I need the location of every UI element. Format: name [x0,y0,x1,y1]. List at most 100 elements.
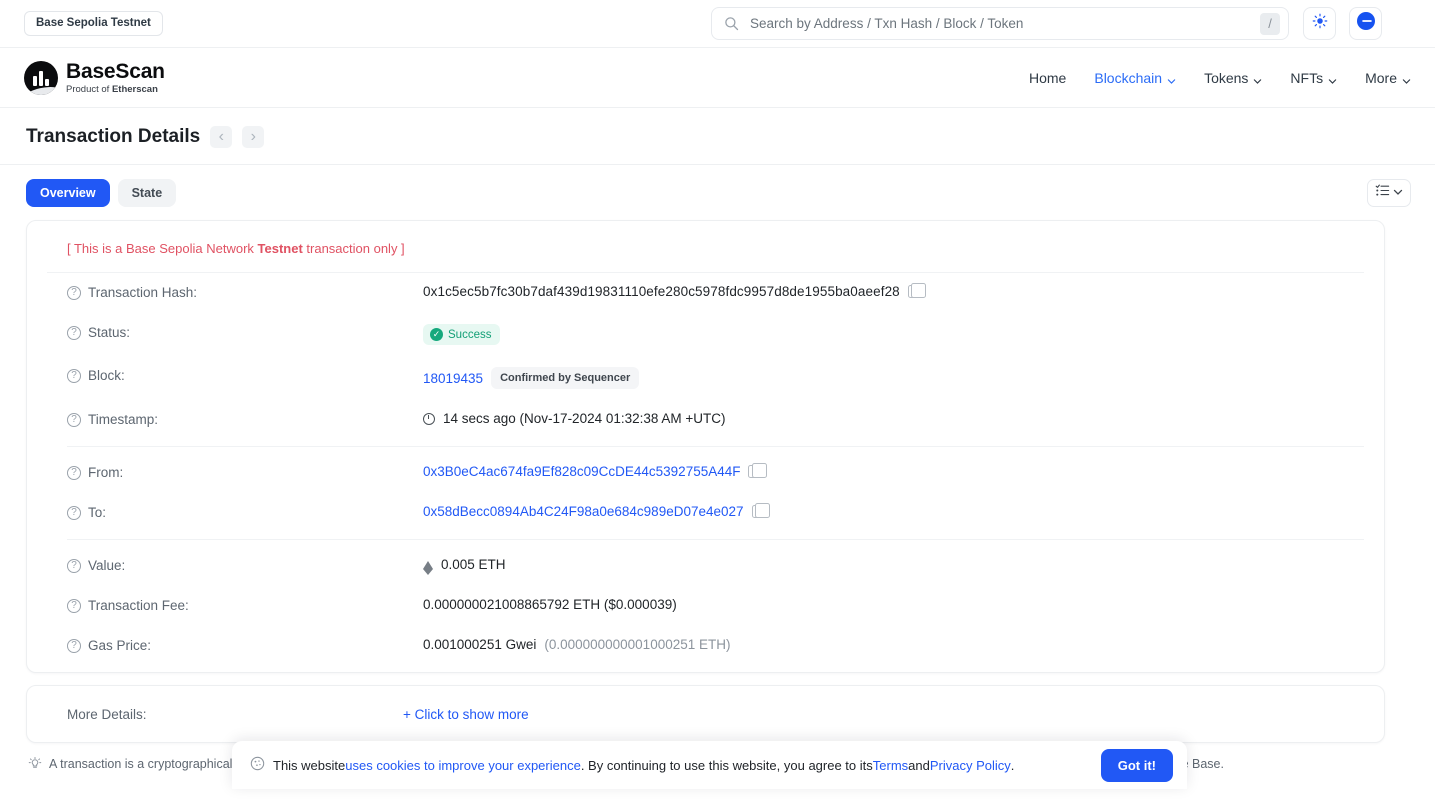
search-bar[interactable]: / [711,7,1289,40]
brand-title: BaseScan [66,59,165,83]
row-status: ? Status: ✓ Success [47,313,1364,356]
help-icon[interactable]: ? [67,505,81,520]
clock-icon [423,412,435,425]
lightbulb-icon [28,757,42,771]
row-from: ? From: 0x3B0eC4ac674fa9Ef828c09CcDE44c5… [47,453,1364,493]
brand-logo[interactable]: BaseScan Product of Etherscan [24,59,165,95]
gas-price-eth-value: (0.000000000001000251 ETH) [544,637,731,652]
tab-state[interactable]: State [117,179,177,207]
help-icon[interactable]: ? [67,285,81,300]
more-details-card: More Details: + Click to show more [26,685,1385,743]
testnet-notice-strong: Testnet [257,241,303,256]
row-label-text: Timestamp: [88,412,159,427]
help-icon[interactable]: ? [67,598,81,613]
help-icon[interactable]: ? [67,558,81,573]
status-badge-label: Success [448,328,492,341]
search-icon [724,16,739,31]
chevron-down-icon [1328,73,1337,84]
tab-overview[interactable]: Overview [26,179,110,207]
row-label: ? Block: [67,367,423,383]
row-transaction-fee: ? Transaction Fee: 0.000000021008865792 … [47,586,1364,626]
to-address-link[interactable]: 0x58dBecc0894Ab4C24F98a0e684c989eD07e4e0… [423,504,744,519]
nav-item-home[interactable]: Home [1029,70,1066,86]
nav-item-blockchain[interactable]: Blockchain [1094,70,1176,86]
show-more-button[interactable]: + Click to show more [403,707,529,722]
brand-subtitle: Product of Etherscan [66,85,165,95]
transaction-fee-value: 0.000000021008865792 ETH ($0.000039) [423,597,677,612]
nav-item-tokens[interactable]: Tokens [1204,70,1262,86]
network-selector-pill[interactable]: Base Sepolia Testnet [24,10,163,37]
main-navigation-bar: BaseScan Product of Etherscan Home Block… [0,48,1435,108]
row-transaction-hash: ? Transaction Hash: 0x1c5ec5b7fc30b7daf4… [47,273,1364,313]
help-icon[interactable]: ? [67,638,81,653]
row-value-amount: ? Value: 0.005 ETH [47,546,1364,586]
row-value: ✓ Success [423,324,1364,345]
theme-toggle-button[interactable] [1303,7,1336,40]
tab-bar: Overview State [0,165,1435,207]
row-label: ? Gas Price: [67,637,423,653]
chain-switch-button[interactable] [1349,7,1382,40]
ethereum-icon [423,560,433,575]
terms-link[interactable]: Terms [873,758,908,773]
testnet-notice-pre: [ This is a Base Sepolia Network [67,241,258,256]
row-value: 0x58dBecc0894Ab4C24F98a0e684c989eD07e4e0… [423,503,1364,519]
row-block: ? Block: 18019435 Confirmed by Sequencer [47,356,1364,400]
row-label: ? Timestamp: [67,411,423,427]
help-icon[interactable]: ? [67,412,81,427]
nav-item-more[interactable]: More [1365,70,1411,86]
nav-item-nfts[interactable]: NFTs [1290,70,1337,86]
copy-icon[interactable] [751,503,771,518]
transaction-hash-value: 0x1c5ec5b7fc30b7daf439d19831110efe280c59… [423,284,900,299]
basescan-logo-icon [24,60,58,95]
nav-item-label: More [1365,69,1397,86]
cookie-consent-banner: This website uses cookies to improve you… [232,741,1187,789]
page-title: Transaction Details [26,126,201,147]
help-icon[interactable]: ? [67,325,81,340]
cookie-icon [250,756,265,774]
testnet-notice: [ This is a Base Sepolia Network Testnet… [47,239,1364,273]
row-label-text: Transaction Fee: [88,598,189,613]
cookie-policy-link[interactable]: uses cookies to improve your experience [345,758,581,773]
copy-icon[interactable] [907,283,927,298]
row-label-text: Value: [88,558,126,573]
nav-item-label: Home [1029,69,1067,86]
brand-subtitle-strong: Etherscan [111,83,158,95]
base-chain-icon [1356,11,1376,36]
cookie-text-3: and [908,757,930,773]
help-icon[interactable]: ? [67,465,81,480]
row-value: 14 secs ago (Nov-17-2024 01:32:38 AM +UT… [423,411,1364,426]
row-label: ? To: [67,504,423,520]
more-details-label: More Details: [67,706,147,722]
row-gas-price: ? Gas Price: 0.001000251 Gwei (0.0000000… [47,626,1364,666]
search-input[interactable] [748,15,1260,32]
nav-links: Home Blockchain Tokens NFTs More [1029,70,1411,86]
page-header: Transaction Details ‹ › [0,108,1435,165]
row-timestamp: ? Timestamp: 14 secs ago (Nov-17-2024 01… [47,400,1364,440]
help-icon[interactable]: ? [67,368,81,383]
cookie-accept-button[interactable]: Got it! [1100,748,1173,782]
from-address-link[interactable]: 0x3B0eC4ac674fa9Ef828c09CcDE44c5392755A4… [423,464,740,479]
row-value: 0x1c5ec5b7fc30b7daf439d19831110efe280c59… [423,283,1364,299]
row-label: ? Transaction Hash: [67,284,423,300]
copy-icon[interactable] [748,463,767,478]
privacy-policy-link[interactable]: Privacy Policy [930,758,1011,773]
row-value: 0x3B0eC4ac674fa9Ef828c09CcDE44c5392755A4… [423,463,1364,479]
row-value: 0.000000021008865792 ETH ($0.000039) [423,597,1364,612]
cookie-text-4: . [1010,757,1015,773]
value-amount: 0.005 ETH [441,557,506,572]
previous-transaction-button[interactable]: ‹ [210,126,233,148]
row-value: 0.005 ETH [423,557,1364,575]
brand-subtitle-prefix: Product of [66,83,112,95]
row-label-text: Block: [88,368,125,383]
row-to: ? To: 0x58dBecc0894Ab4C24F98a0e684c989eD… [47,493,1364,533]
row-label: ? Status: [67,324,423,340]
row-label-text: Status: [88,325,131,340]
chevron-down-icon [1167,73,1176,84]
next-transaction-button[interactable]: › [242,126,265,148]
row-label-text: Transaction Hash: [88,285,198,300]
block-number-link[interactable]: 18019435 [423,371,483,386]
row-label: ? Value: [67,557,423,573]
transaction-details-card: [ This is a Base Sepolia Network Testnet… [26,220,1385,673]
status-badge: ✓ Success [423,324,501,345]
view-options-button[interactable] [1367,179,1411,207]
